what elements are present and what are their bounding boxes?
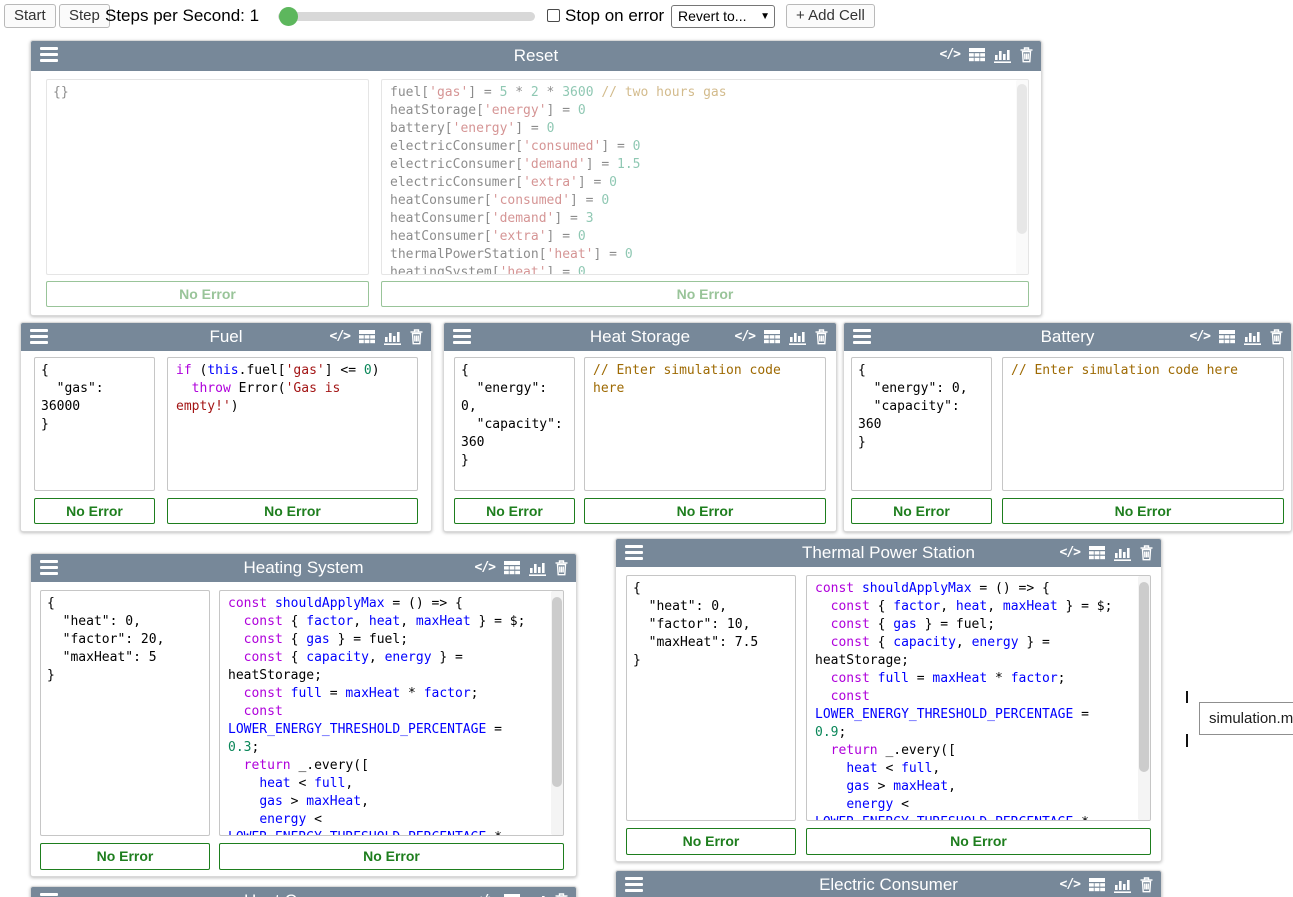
code-error-status: No Error bbox=[1002, 498, 1284, 524]
cell-body: { "heat": 0, "factor": 20, "maxHeat": 5 … bbox=[31, 554, 576, 876]
state-error-status: No Error bbox=[626, 828, 796, 855]
revert-to-select[interactable]: Revert to... ▼ bbox=[671, 5, 775, 28]
start-button[interactable]: Start bbox=[4, 4, 56, 28]
state-editor[interactable]: { "heat": 0, "factor": 20, "maxHeat": 5 … bbox=[40, 590, 210, 836]
cell-battery: Battery </> { "energy": 0, "capacity": 3… bbox=[843, 322, 1292, 532]
state-editor[interactable]: { "heat": 0, "factor": 10, "maxHeat": 7.… bbox=[626, 575, 796, 821]
filename-tooltip: simulation.m bbox=[1199, 702, 1293, 735]
code-error-status: No Error bbox=[584, 498, 826, 524]
stop-on-error-label: Stop on error bbox=[565, 0, 664, 32]
speed-slider-thumb[interactable] bbox=[279, 7, 298, 26]
code-error-status: No Error bbox=[806, 828, 1151, 855]
cell-fuel: Fuel </> { "gas": 36000 } if (this.fuel[… bbox=[20, 322, 432, 532]
scrollbar[interactable] bbox=[1016, 80, 1028, 274]
code-icon[interactable]: </> bbox=[475, 887, 495, 897]
state-error-status: No Error bbox=[40, 843, 210, 870]
state-error-status: No Error bbox=[46, 281, 369, 307]
text-cursor-ibeam bbox=[1186, 691, 1188, 703]
code-editor[interactable]: // Enter simulation code here bbox=[1002, 357, 1284, 491]
state-error-status: No Error bbox=[454, 498, 575, 524]
cell-body: { "heat": 0, "factor": 10, "maxHeat": 7.… bbox=[616, 539, 1161, 861]
cell-body: { "energy": 0, "capacity": 360 } // Ente… bbox=[844, 323, 1291, 531]
cell-heat-consumer: Heat Consumer </> bbox=[30, 886, 577, 897]
header-actions: </> bbox=[1060, 871, 1153, 897]
trash-icon[interactable] bbox=[555, 893, 568, 897]
cell-reset: Reset </> {} fuel['gas'] = 5 * 2 * 3600 … bbox=[30, 40, 1042, 316]
scrollbar-thumb[interactable] bbox=[1139, 582, 1149, 772]
code-error-status: No Error bbox=[219, 843, 564, 870]
cell-body: {} fuel['gas'] = 5 * 2 * 3600 // two hou… bbox=[31, 41, 1041, 315]
revert-to-selected-value: Revert to... bbox=[678, 8, 746, 24]
text-cursor-ibeam bbox=[1186, 734, 1188, 747]
steps-per-second-label: Steps per Second: 1 bbox=[105, 0, 259, 32]
state-editor[interactable]: { "gas": 36000 } bbox=[34, 357, 155, 491]
code-editor[interactable]: const shouldApplyMax = () => { const { f… bbox=[219, 590, 564, 836]
header-actions: </> bbox=[475, 887, 568, 897]
toolbar: Start Step Steps per Second: 1 Stop on e… bbox=[0, 0, 1293, 33]
chart-icon[interactable] bbox=[529, 894, 546, 897]
scrollbar[interactable] bbox=[551, 591, 563, 835]
state-editor[interactable]: { "energy": 0, "capacity": 360 } bbox=[851, 357, 992, 491]
step-button[interactable]: Step bbox=[59, 4, 110, 28]
cell-electric-consumer: Electric Consumer </> bbox=[615, 870, 1162, 897]
speed-slider-track[interactable] bbox=[278, 12, 535, 21]
menu-icon[interactable] bbox=[40, 893, 58, 897]
cell-body: { "gas": 36000 } if (this.fuel['gas'] <=… bbox=[21, 323, 431, 531]
table-icon[interactable] bbox=[1089, 878, 1105, 892]
state-editor[interactable]: { "energy": 0, "capacity": 360 } bbox=[454, 357, 575, 491]
scrollbar-thumb[interactable] bbox=[552, 597, 562, 787]
scrollbar-thumb[interactable] bbox=[1017, 84, 1027, 234]
scrollbar[interactable] bbox=[1138, 576, 1150, 820]
code-editor[interactable]: // Enter simulation code here bbox=[584, 357, 826, 491]
menu-icon[interactable] bbox=[625, 877, 643, 893]
chart-icon[interactable] bbox=[1114, 878, 1131, 893]
cell-electric-consumer-header[interactable]: Electric Consumer </> bbox=[616, 871, 1161, 897]
cell-thermal-power-station: Thermal Power Station </> { "heat": 0, "… bbox=[615, 538, 1162, 862]
trash-icon[interactable] bbox=[1140, 877, 1153, 893]
add-cell-button[interactable]: + Add Cell bbox=[786, 4, 875, 28]
chevron-down-icon: ▼ bbox=[760, 6, 770, 27]
cell-heating-system: Heating System </> { "heat": 0, "factor"… bbox=[30, 553, 577, 877]
code-editor[interactable]: if (this.fuel['gas'] <= 0) throw Error('… bbox=[167, 357, 418, 491]
code-editor[interactable]: const shouldApplyMax = () => { const { f… bbox=[806, 575, 1151, 821]
stop-on-error-checkbox[interactable] bbox=[547, 9, 560, 22]
cell-body: { "energy": 0, "capacity": 360 } // Ente… bbox=[444, 323, 836, 531]
simulation-editor-page: Start Step Steps per Second: 1 Stop on e… bbox=[0, 0, 1293, 897]
code-icon[interactable]: </> bbox=[1060, 871, 1080, 897]
state-error-status: No Error bbox=[34, 498, 155, 524]
code-error-status: No Error bbox=[381, 281, 1029, 307]
cell-heat-storage: Heat Storage </> { "energy": 0, "capacit… bbox=[443, 322, 837, 532]
code-editor[interactable]: fuel['gas'] = 5 * 2 * 3600 // two hours … bbox=[381, 79, 1029, 275]
state-error-status: No Error bbox=[851, 498, 992, 524]
cell-heat-consumer-header[interactable]: Heat Consumer </> bbox=[31, 887, 576, 897]
code-error-status: No Error bbox=[167, 498, 418, 524]
state-editor[interactable]: {} bbox=[46, 79, 369, 275]
